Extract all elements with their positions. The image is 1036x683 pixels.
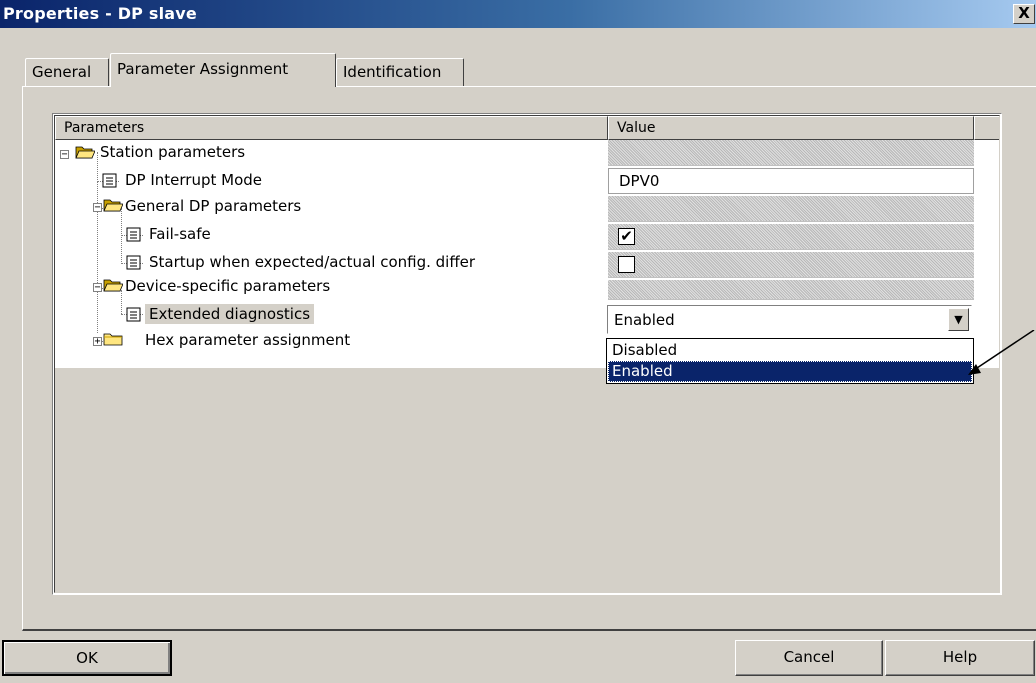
value-cell-station-parameters [608, 140, 974, 166]
tree-item-device-specific-parameters[interactable]: Device-specific parameters [125, 276, 330, 296]
cancel-button[interactable]: Cancel [735, 640, 883, 676]
open-folder-icon [103, 279, 123, 292]
close-button[interactable]: X [1013, 4, 1035, 24]
parameter-icon [102, 173, 117, 188]
tree-item-extended-diagnostics[interactable]: Extended diagnostics [145, 304, 315, 324]
column-header-value[interactable]: Value [608, 116, 974, 140]
value-cell-device-specific-parameters [608, 280, 974, 300]
tree-item-dp-interrupt-mode[interactable]: DP Interrupt Mode [125, 170, 262, 190]
tree-item-station-parameters[interactable]: Station parameters [100, 142, 245, 162]
dropdown-list: Disabled Enabled [606, 338, 974, 384]
annotation-arrow-icon [968, 330, 1035, 375]
startup-config-differ-checkbox[interactable] [618, 256, 635, 273]
tree-item-fail-safe[interactable]: Fail-safe [149, 224, 211, 244]
chevron-down-icon: ▼ [954, 313, 963, 326]
extended-diagnostics-combobox[interactable]: Enabled ▼ [607, 305, 972, 334]
parameter-icon [126, 227, 141, 242]
tab-label: Parameter Assignment [117, 60, 289, 78]
value-cell-startup-config-differ [608, 252, 974, 278]
ok-button[interactable]: OK [2, 640, 172, 676]
dropdown-option-disabled[interactable]: Disabled [608, 340, 972, 361]
expand-toggle[interactable]: + [93, 337, 102, 347]
empty-list-area [55, 368, 999, 592]
tree-item-general-dp-parameters[interactable]: General DP parameters [125, 196, 301, 216]
tab-label: General [32, 63, 92, 81]
open-folder-icon [103, 199, 123, 212]
parameter-icon [126, 255, 141, 270]
tab-general[interactable]: General [25, 58, 109, 86]
tab-parameter-assignment[interactable]: Parameter Assignment [110, 53, 336, 87]
value-cell-fail-safe: ✔ [608, 224, 974, 250]
parameter-icon [126, 307, 141, 322]
dropdown-option-enabled[interactable]: Enabled [608, 361, 972, 382]
column-header-parameters[interactable]: Parameters [55, 116, 608, 140]
column-header-filler [974, 116, 999, 140]
window-title: Properties - DP slave [3, 4, 197, 23]
close-icon: X [1018, 4, 1030, 22]
collapse-toggle[interactable]: − [93, 203, 102, 213]
value-cell-general-dp-parameters [608, 196, 974, 222]
help-button[interactable]: Help [885, 640, 1035, 676]
collapse-toggle[interactable]: − [60, 150, 69, 160]
title-bar[interactable]: Properties - DP slave X [0, 0, 1036, 28]
tab-identification[interactable]: Identification [336, 58, 464, 86]
open-folder-icon [75, 146, 95, 159]
closed-folder-icon [103, 333, 123, 346]
dropdown-button[interactable]: ▼ [948, 308, 969, 331]
combobox-value: Enabled [614, 311, 675, 329]
collapse-toggle[interactable]: − [93, 283, 102, 293]
value-cell-dp-interrupt-mode[interactable]: DPV0 [608, 168, 974, 194]
fail-safe-checkbox[interactable]: ✔ [618, 228, 635, 245]
dp-slave-properties-dialog: Properties - DP slave X General Paramete… [0, 0, 1036, 683]
tab-label: Identification [343, 63, 442, 81]
tree-item-hex-parameter-assignment[interactable]: Hex parameter assignment [145, 330, 350, 350]
tree-item-startup-config-differ[interactable]: Startup when expected/actual config. dif… [149, 252, 475, 272]
